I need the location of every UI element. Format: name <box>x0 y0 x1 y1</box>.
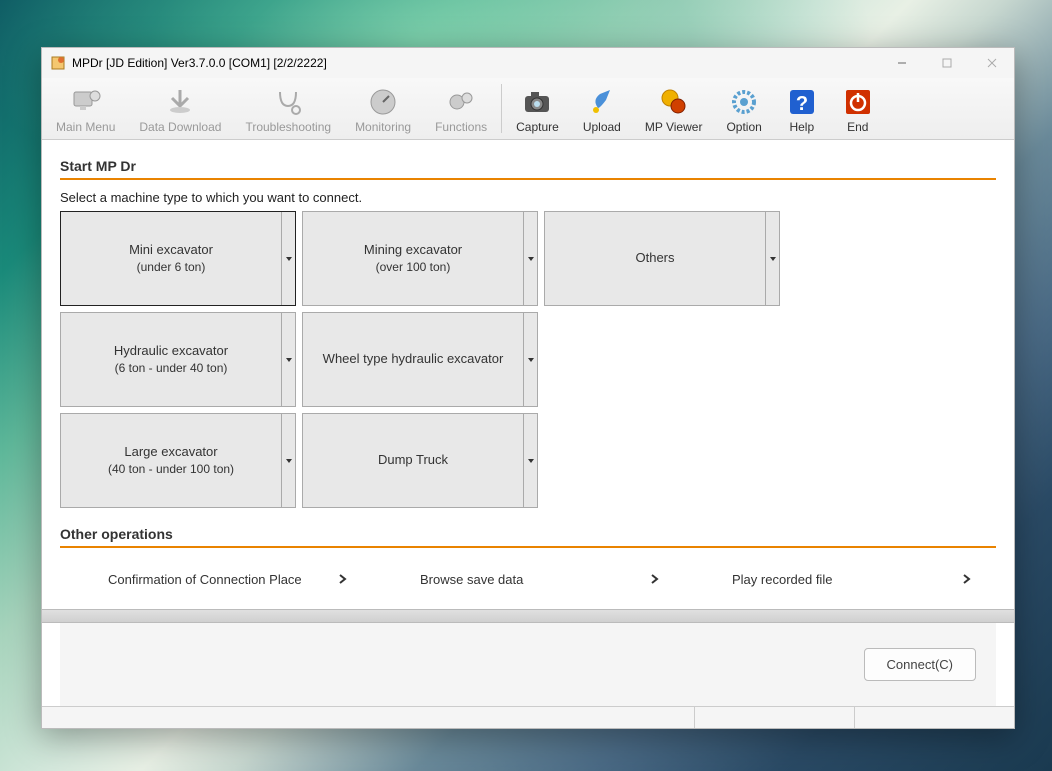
app-icon <box>50 55 66 71</box>
main-menu-button[interactable]: Main Menu <box>45 80 126 137</box>
machine-sub: (40 ton - under 100 ton) <box>108 461 234 478</box>
tool-label: Main Menu <box>56 120 115 134</box>
machine-button[interactable]: Hydraulic excavator(6 ton - under 40 ton… <box>60 312 296 407</box>
mp-viewer-button[interactable]: MP Viewer <box>634 80 714 137</box>
other-ops-heading: Other operations <box>60 526 996 548</box>
machine-main[interactable]: Dump Truck <box>303 414 523 507</box>
tool-label: Monitoring <box>355 120 411 134</box>
upload-icon <box>586 86 618 118</box>
download-icon <box>164 86 196 118</box>
arrow-right-icon <box>962 572 972 587</box>
tool-label: Upload <box>583 120 621 134</box>
ops-row: Confirmation of Connection Place Browse s… <box>60 562 996 597</box>
machine-name: Hydraulic excavator <box>114 342 228 360</box>
content-area: Start MP Dr Select a machine type to whi… <box>42 140 1014 706</box>
operation-link[interactable]: Confirmation of Connection Place <box>60 562 372 597</box>
machine-main[interactable]: Wheel type hydraulic excavator <box>303 313 523 406</box>
chevron-down-icon[interactable] <box>523 212 537 305</box>
power-icon <box>842 86 874 118</box>
operation-link[interactable]: Play recorded file <box>684 562 996 597</box>
close-button[interactable] <box>969 48 1014 78</box>
machine-name: Others <box>635 249 674 267</box>
data-download-button[interactable]: Data Download <box>128 80 232 137</box>
machine-name: Mini excavator <box>129 241 213 259</box>
machine-main[interactable]: Mini excavator(under 6 ton) <box>61 212 281 305</box>
minimize-button[interactable] <box>879 48 924 78</box>
tool-label: Functions <box>435 120 487 134</box>
operation-link[interactable]: Browse save data <box>372 562 684 597</box>
tool-label: MP Viewer <box>645 120 703 134</box>
gears-icon <box>445 86 477 118</box>
help-button[interactable]: ? Help <box>775 80 829 137</box>
capture-button[interactable]: Capture <box>505 80 570 137</box>
statusbar <box>42 706 1014 728</box>
toolbar: Main Menu Data Download Troubleshooting … <box>42 78 1014 140</box>
machine-main[interactable]: Others <box>545 212 765 305</box>
tool-label: Troubleshooting <box>245 120 331 134</box>
machine-button[interactable]: Mining excavator(over 100 ton) <box>302 211 538 306</box>
machine-sub: (6 ton - under 40 ton) <box>115 360 228 377</box>
footer: Connect(C) <box>60 623 996 706</box>
page-title: Start MP Dr <box>60 158 996 180</box>
chevron-down-icon[interactable] <box>281 414 295 507</box>
machine-main[interactable]: Mining excavator(over 100 ton) <box>303 212 523 305</box>
prompt-text: Select a machine type to which you want … <box>60 190 996 205</box>
machine-sub: (over 100 ton) <box>376 259 451 276</box>
machine-button[interactable]: Others <box>544 211 780 306</box>
machine-sub: (under 6 ton) <box>137 259 206 276</box>
arrow-right-icon <box>650 572 660 587</box>
chevron-down-icon[interactable] <box>523 414 537 507</box>
machine-main[interactable]: Hydraulic excavator(6 ton - under 40 ton… <box>61 313 281 406</box>
machine-main[interactable]: Large excavator(40 ton - under 100 ton) <box>61 414 281 507</box>
chevron-down-icon[interactable] <box>765 212 779 305</box>
machine-grid: Mini excavator(under 6 ton)Mining excava… <box>60 211 996 508</box>
status-cell <box>42 707 694 728</box>
toolbar-separator <box>501 84 502 133</box>
arrow-right-icon <box>338 572 348 587</box>
machine-button[interactable]: Large excavator(40 ton - under 100 ton) <box>60 413 296 508</box>
status-cell <box>694 707 854 728</box>
machine-button[interactable]: Dump Truck <box>302 413 538 508</box>
tool-label: End <box>847 120 868 134</box>
operation-label: Browse save data <box>420 572 523 587</box>
gauge-icon <box>367 86 399 118</box>
functions-button[interactable]: Functions <box>424 80 498 137</box>
camera-icon <box>521 86 553 118</box>
machine-name: Mining excavator <box>364 241 462 259</box>
upload-button[interactable]: Upload <box>572 80 632 137</box>
viewer-icon <box>658 86 690 118</box>
machine-name: Wheel type hydraulic excavator <box>323 350 504 368</box>
machine-name: Dump Truck <box>378 451 448 469</box>
operation-label: Play recorded file <box>732 572 832 587</box>
maximize-button[interactable] <box>924 48 969 78</box>
help-icon: ? <box>786 86 818 118</box>
tool-label: Capture <box>516 120 559 134</box>
monitor-icon <box>70 86 102 118</box>
monitoring-button[interactable]: Monitoring <box>344 80 422 137</box>
machine-button[interactable]: Wheel type hydraulic excavator <box>302 312 538 407</box>
chevron-down-icon[interactable] <box>523 313 537 406</box>
divider-bar <box>42 609 1014 623</box>
option-button[interactable]: Option <box>715 80 772 137</box>
end-button[interactable]: End <box>831 80 885 137</box>
chevron-down-icon[interactable] <box>281 212 295 305</box>
connect-button[interactable]: Connect(C) <box>864 648 976 681</box>
status-cell <box>854 707 1014 728</box>
machine-button[interactable]: Mini excavator(under 6 ton) <box>60 211 296 306</box>
titlebar: MPDr [JD Edition] Ver3.7.0.0 [COM1] [2/2… <box>42 48 1014 78</box>
gear-icon <box>728 86 760 118</box>
tool-label: Data Download <box>139 120 221 134</box>
window-title: MPDr [JD Edition] Ver3.7.0.0 [COM1] [2/2… <box>72 56 879 70</box>
tool-label: Help <box>789 120 814 134</box>
troubleshooting-button[interactable]: Troubleshooting <box>234 80 342 137</box>
window-controls <box>879 48 1014 78</box>
app-window: MPDr [JD Edition] Ver3.7.0.0 [COM1] [2/2… <box>41 47 1015 729</box>
svg-text:?: ? <box>796 93 808 115</box>
operation-label: Confirmation of Connection Place <box>108 572 302 587</box>
chevron-down-icon[interactable] <box>281 313 295 406</box>
stethoscope-icon <box>272 86 304 118</box>
tool-label: Option <box>726 120 761 134</box>
machine-name: Large excavator <box>124 443 217 461</box>
